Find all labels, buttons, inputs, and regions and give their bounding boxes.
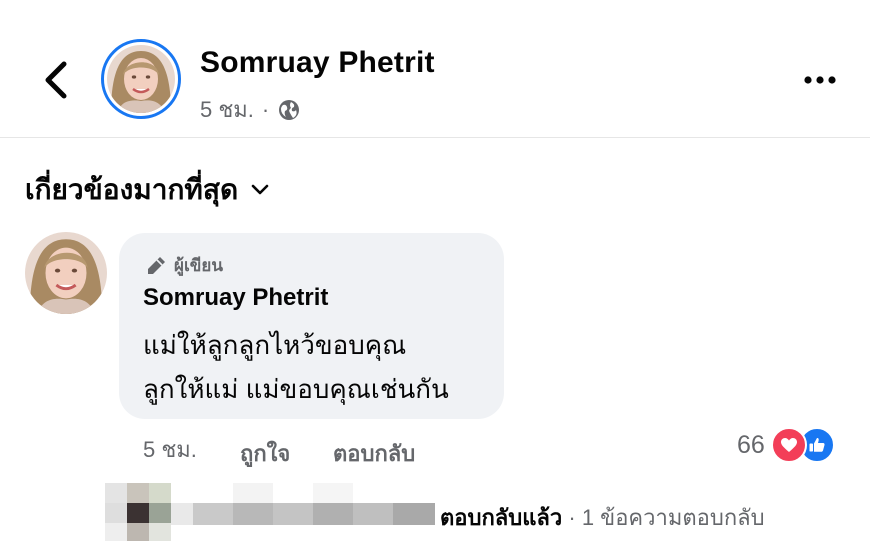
author-badge-label: ผู้เขียน [174, 256, 223, 275]
reply-count: 1 ข้อความตอบกลับ [581, 505, 765, 530]
comment-author-name[interactable]: Somruay Phetrit [143, 284, 328, 312]
avatar-photo [25, 232, 107, 314]
globe-icon[interactable] [277, 98, 301, 122]
view-replies-link[interactable]: ตอบกลับแล้ว · 1 ข้อความตอบกลับ [440, 500, 765, 535]
chevron-down-icon [251, 184, 269, 195]
author-badge: ผู้เขียน [144, 252, 223, 279]
pen-icon [148, 256, 165, 274]
comment-line: ลูกให้แม่ แม่ขอบคุณเช่นกัน [143, 374, 449, 404]
more-horizontal-icon [804, 76, 836, 84]
reaction-summary[interactable]: 66 [737, 427, 835, 463]
post-header: Somruay Phetrit 5 ชม. · [0, 0, 870, 138]
meta-separator: · [261, 96, 270, 122]
comment-author-avatar[interactable] [25, 232, 107, 314]
reply-separator: · [568, 505, 576, 530]
post-time[interactable]: 5 ชม. [200, 92, 254, 127]
replied-label: ตอบกลับแล้ว [440, 505, 563, 530]
comment-text: แม่ให้ลูกลูกไหว้ขอบคุณ ลูกให้แม่ แม่ขอบค… [143, 323, 449, 411]
reply-button[interactable]: ตอบกลับ [333, 436, 415, 471]
comment-bubble[interactable]: ผู้เขียน Somruay Phetrit แม่ให้ลูกลูกไหว… [119, 233, 504, 419]
author-name[interactable]: Somruay Phetrit [200, 46, 435, 80]
like-button[interactable]: ถูกใจ [240, 436, 290, 471]
chevron-left-icon [45, 61, 67, 99]
more-options-button[interactable] [800, 68, 840, 92]
comment-time[interactable]: 5 ชม. [143, 432, 197, 467]
comment-line: แม่ให้ลูกลูกไหว้ขอบคุณ [143, 330, 407, 360]
heart-icon [770, 427, 807, 463]
back-button[interactable] [36, 56, 76, 104]
censored-avatars [105, 483, 435, 541]
comment-sort-dropdown[interactable]: เกี่ยวข้องมากที่สุด [25, 168, 270, 212]
reaction-count: 66 [737, 430, 765, 459]
post-meta: 5 ชม. · [200, 92, 301, 127]
avatar-photo [107, 45, 175, 113]
sort-label: เกี่ยวข้องมากที่สุด [25, 174, 239, 205]
author-avatar[interactable] [101, 39, 181, 119]
